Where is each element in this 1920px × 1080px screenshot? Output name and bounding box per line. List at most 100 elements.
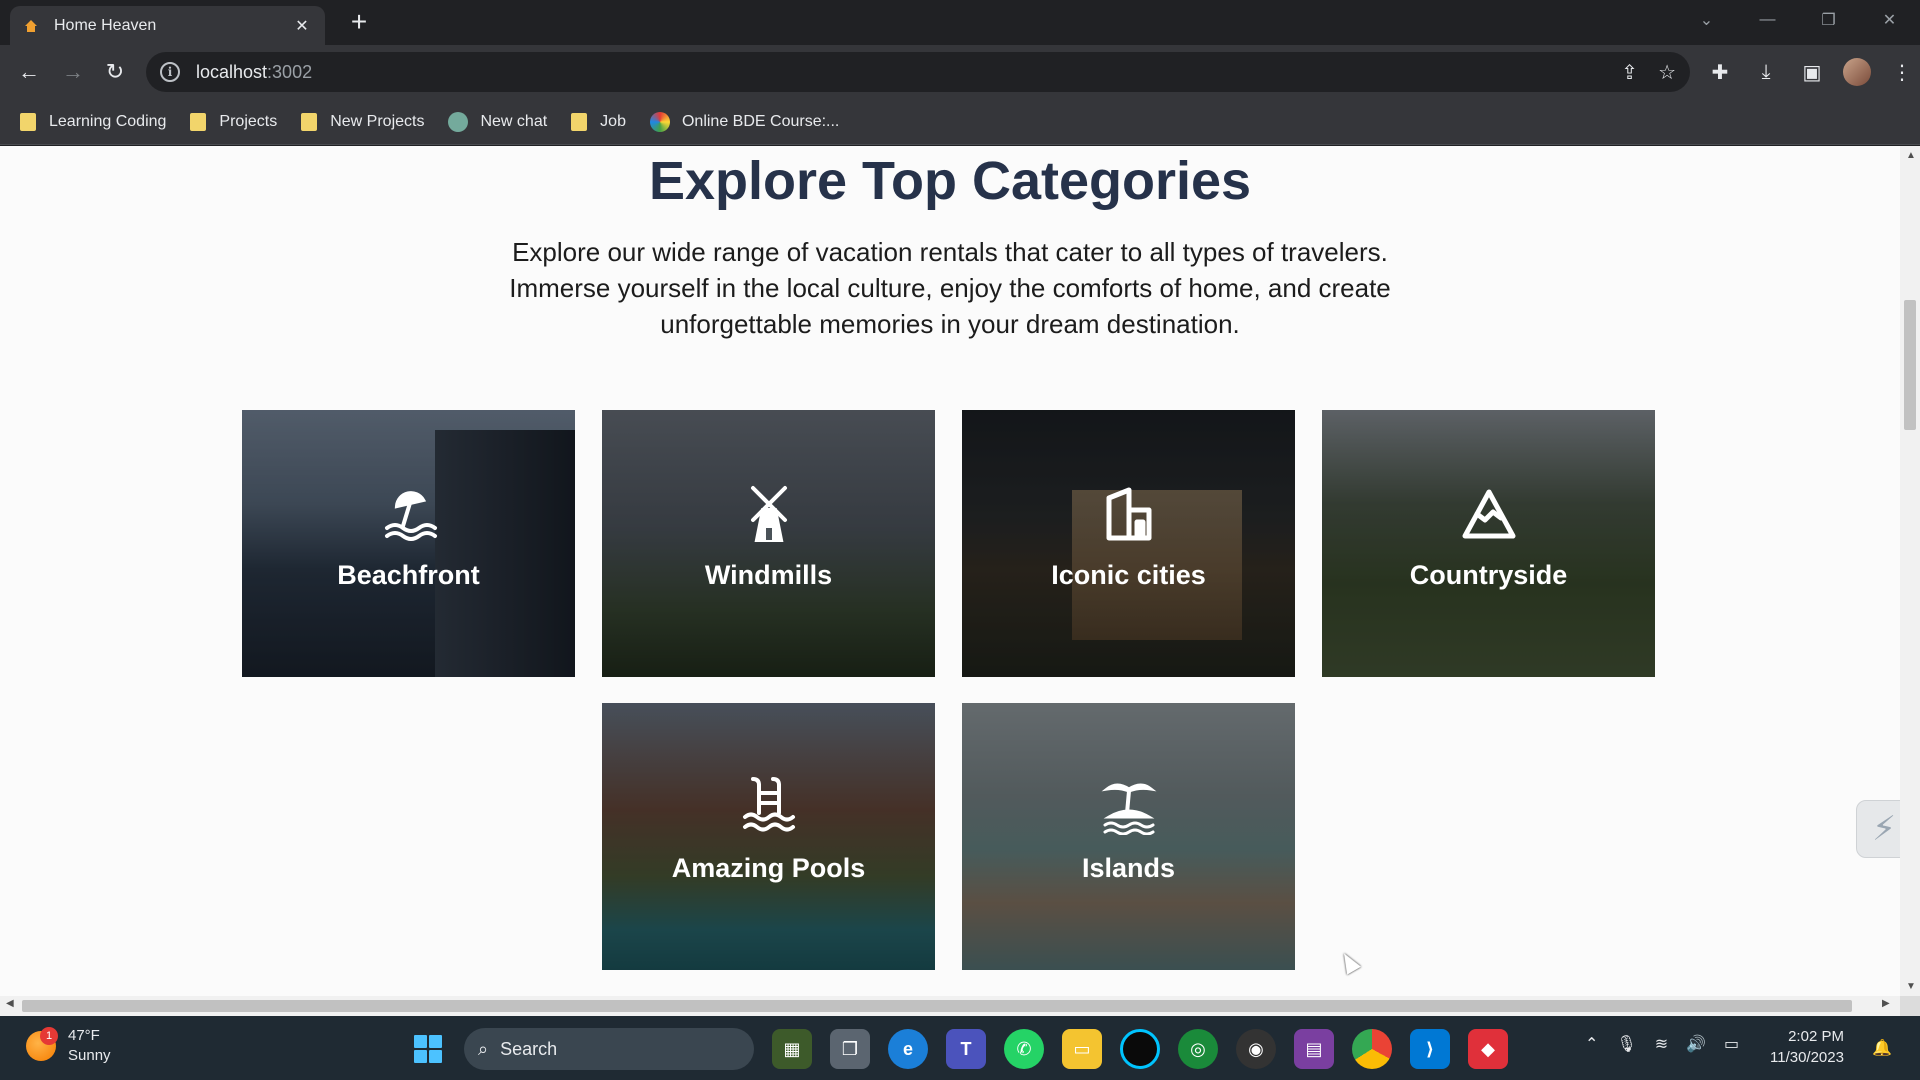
- anydesk-icon[interactable]: ◆: [1468, 1029, 1508, 1069]
- wifi-icon[interactable]: ≋: [1655, 1034, 1668, 1054]
- restore-button[interactable]: ❐: [1798, 10, 1859, 30]
- category-card-beachfront[interactable]: Beachfront: [242, 410, 575, 677]
- edge-browser-icon[interactable]: e: [888, 1029, 928, 1069]
- download-icon[interactable]: ⤓: [1751, 57, 1781, 87]
- tab-search-icon[interactable]: ⌄: [1676, 10, 1737, 30]
- volume-icon[interactable]: 🔊: [1686, 1034, 1706, 1054]
- bookmark-new-projects[interactable]: New Projects: [301, 112, 425, 131]
- bookmark-learning-coding[interactable]: Learning Coding: [20, 112, 167, 131]
- category-card-windmills[interactable]: Windmills: [602, 410, 935, 677]
- bookmarks-bar: Learning Coding Projects New Projects Ne…: [0, 99, 1920, 145]
- vertical-scrollbar[interactable]: ▲ ▼: [1900, 146, 1920, 996]
- side-panel-icon[interactable]: ▣: [1797, 57, 1827, 87]
- bookmark-label: New Projects: [330, 112, 425, 130]
- category-card-iconic-cities[interactable]: Iconic cities: [962, 410, 1295, 677]
- clipchamp-icon[interactable]: ▤: [1294, 1029, 1334, 1069]
- vscode-icon[interactable]: ⟩: [1410, 1029, 1450, 1069]
- beach-umbrella-icon: [242, 482, 575, 542]
- forward-arrow-icon[interactable]: →: [58, 57, 88, 87]
- address-bar[interactable]: i localhost:3002 ⇪ ☆: [146, 52, 1690, 92]
- weather-condition: Sunny: [68, 1047, 111, 1064]
- scroll-up-arrow-icon[interactable]: ▲: [1906, 150, 1916, 161]
- vertical-scroll-thumb[interactable]: [1904, 300, 1916, 430]
- windows-taskbar: 1 47°F Sunny ⌕ Search ▦ ❐ e T ✆ ▭ ◎ ◉ ▤ …: [0, 1016, 1920, 1080]
- obs-app-icon[interactable]: ◉: [1236, 1029, 1276, 1069]
- chrome-browser-icon[interactable]: [1352, 1029, 1392, 1069]
- category-card-countryside[interactable]: Countryside: [1322, 410, 1655, 677]
- browser-tab[interactable]: Home Heaven ✕: [10, 6, 325, 45]
- scrollbar-corner: [1900, 996, 1920, 1016]
- folder-icon: [571, 112, 588, 131]
- page-viewport: Explore Top Categories Explore our wide …: [0, 146, 1900, 996]
- category-card-amazing-pools[interactable]: Amazing Pools: [602, 703, 935, 970]
- whatsapp-icon[interactable]: ✆: [1004, 1029, 1044, 1069]
- screen-recorder-icon[interactable]: ◎: [1178, 1029, 1218, 1069]
- page-description: Explore our wide range of vacation renta…: [509, 237, 1391, 339]
- bookmark-label: Job: [600, 112, 626, 130]
- site-info-icon[interactable]: i: [160, 62, 180, 82]
- course-icon: [649, 111, 670, 132]
- taskbar-apps: ⌕ Search ▦ ❐ e T ✆ ▭ ◎ ◉ ▤ ⟩ ◆: [410, 1028, 1508, 1070]
- search-icon: ⌕: [478, 1038, 489, 1059]
- city-building-icon: [962, 482, 1295, 542]
- new-tab-button[interactable]: +: [344, 8, 374, 36]
- chatgpt-icon: [448, 111, 469, 132]
- bookmark-label: Learning Coding: [49, 112, 167, 130]
- tab-title: Home Heaven: [54, 16, 157, 34]
- window-controls: ⌄ — ❐ ✕: [1676, 0, 1920, 40]
- url-host: localhost: [196, 61, 268, 82]
- bookmark-label: Online BDE Course:...: [681, 112, 840, 130]
- toolbar-actions: ✚ ⤓ ▣ ⋮: [1705, 57, 1917, 87]
- notification-badge: 1: [40, 1027, 58, 1045]
- microphone-icon[interactable]: 🎙: [1616, 1034, 1636, 1054]
- category-label: Countryside: [1409, 560, 1568, 590]
- horizontal-scrollbar[interactable]: ◀ ▶: [0, 996, 1900, 1016]
- tab-close-icon[interactable]: ✕: [291, 16, 313, 36]
- reload-icon[interactable]: ↻: [100, 57, 130, 87]
- sun-weather-icon: 1: [26, 1027, 58, 1061]
- close-window-button[interactable]: ✕: [1859, 10, 1920, 30]
- horizontal-scroll-thumb[interactable]: [22, 1000, 1852, 1012]
- weather-widget[interactable]: 1 47°F Sunny: [26, 1026, 111, 1066]
- tab-strip: Home Heaven ✕ + ⌄ — ❐ ✕: [0, 0, 1920, 45]
- search-label: Search: [500, 1038, 558, 1059]
- extensions-puzzle-icon[interactable]: ✚: [1705, 57, 1735, 87]
- folder-icon: [301, 112, 318, 131]
- cortana-icon[interactable]: [1120, 1029, 1160, 1069]
- windows-start-icon[interactable]: [410, 1031, 446, 1067]
- folder-icon: [190, 112, 207, 131]
- menu-kebab-icon[interactable]: ⋮: [1887, 57, 1917, 87]
- bookmark-star-icon[interactable]: ☆: [1658, 60, 1676, 85]
- bookmark-online-bde-course[interactable]: Online BDE Course:...: [649, 111, 840, 132]
- category-card-islands[interactable]: Islands: [962, 703, 1295, 970]
- folder-icon: [20, 112, 36, 131]
- taskbar-search[interactable]: ⌕ Search: [464, 1028, 754, 1070]
- battery-icon[interactable]: ▭: [1724, 1034, 1739, 1054]
- file-explorer-icon[interactable]: ▭: [1062, 1029, 1102, 1069]
- url-port: :3002: [267, 61, 313, 82]
- bookmark-new-chat[interactable]: New chat: [448, 111, 548, 132]
- mountain-icon: [1322, 482, 1655, 542]
- bookmark-label: New chat: [480, 112, 548, 130]
- back-arrow-icon[interactable]: ←: [14, 57, 44, 87]
- chevron-up-icon[interactable]: ⌃: [1585, 1034, 1598, 1054]
- minimize-button[interactable]: —: [1737, 11, 1798, 29]
- omnibox-actions: ⇪ ☆: [1621, 60, 1676, 85]
- scroll-left-arrow-icon[interactable]: ◀: [6, 998, 14, 1009]
- notification-bell-icon[interactable]: 🔔: [1872, 1038, 1892, 1058]
- system-tray: ⌃ 🎙 ≋ 🔊 ▭: [1585, 1034, 1739, 1054]
- share-icon[interactable]: ⇪: [1621, 60, 1638, 85]
- profile-avatar[interactable]: [1843, 58, 1871, 86]
- teams-app-icon[interactable]: T: [946, 1029, 986, 1069]
- page-title: Explore Top Categories: [648, 151, 1252, 211]
- taskbar-clock[interactable]: 2:02 PM 11/30/2023: [1770, 1026, 1844, 1068]
- premiere-app-icon[interactable]: ▦: [772, 1029, 812, 1069]
- scroll-down-arrow-icon[interactable]: ▼: [1906, 981, 1916, 992]
- scroll-right-arrow-icon[interactable]: ▶: [1882, 998, 1890, 1009]
- task-view-icon[interactable]: ❐: [830, 1029, 870, 1069]
- house-favicon-icon: [22, 17, 40, 35]
- pool-ladder-icon: [602, 775, 935, 835]
- bookmark-projects[interactable]: Projects: [190, 112, 277, 131]
- bookmark-job[interactable]: Job: [571, 112, 626, 131]
- category-label: Beachfront: [337, 560, 480, 590]
